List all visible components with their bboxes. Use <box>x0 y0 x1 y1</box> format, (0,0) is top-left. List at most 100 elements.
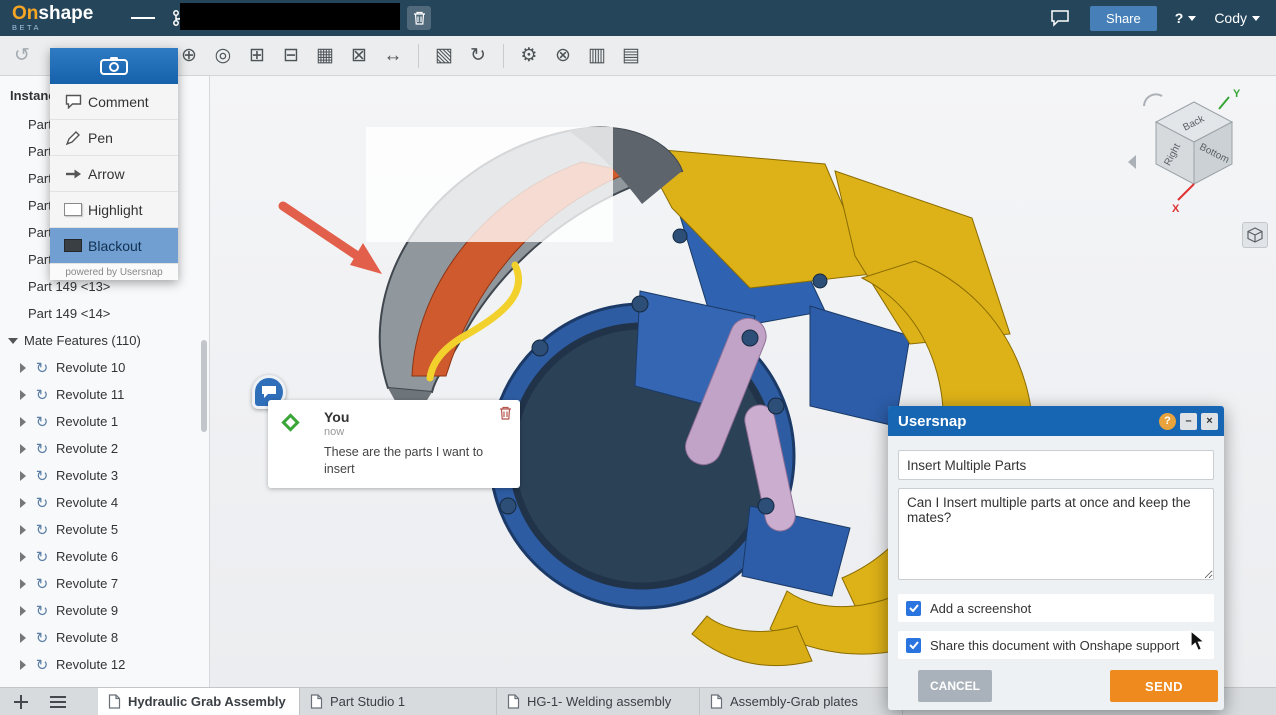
subject-input[interactable] <box>898 450 1214 480</box>
cancel-button[interactable]: CANCEL <box>918 670 992 702</box>
dialog-help-button[interactable]: ? <box>1159 413 1176 430</box>
sidebar-item-revolute[interactable]: ↻Revolute 8 <box>0 624 209 651</box>
sidebar-item-revolute[interactable]: ↻Revolute 3 <box>0 462 209 489</box>
blackout-icon <box>58 239 88 252</box>
sidebar-item-revolute[interactable]: ↻Revolute 4 <box>0 489 209 516</box>
sidebar-item-revolute[interactable]: ↻Revolute 5 <box>0 516 209 543</box>
dialog-header[interactable]: Usersnap ? – × <box>888 406 1224 436</box>
add-screenshot-checkbox[interactable] <box>906 601 921 616</box>
usersnap-feedback-dialog: Usersnap ? – × Can I Insert multiple par… <box>888 406 1224 710</box>
exploded-view-icon[interactable]: ▧ <box>429 41 459 71</box>
tab-part-studio-1[interactable]: Part Studio 1 <box>300 688 497 715</box>
chevron-expanded-icon <box>8 338 18 344</box>
sidebar-item-revolute[interactable]: ↻Revolute 7 <box>0 570 209 597</box>
mate-icon[interactable]: ◎ <box>208 41 238 71</box>
dialog-title: Usersnap <box>898 413 1155 430</box>
palette-item-arrow[interactable]: Arrow <box>50 156 178 192</box>
assembly-tab-icon <box>507 694 520 709</box>
blackout-annotation[interactable] <box>180 3 400 30</box>
revolute-mate-icon: ↻ <box>34 467 50 485</box>
share-document-checkbox[interactable] <box>906 638 921 653</box>
chevron-collapsed-icon <box>20 390 26 400</box>
send-button[interactable]: SEND <box>1110 670 1218 702</box>
revolute-mate-icon: ↻ <box>34 602 50 620</box>
delete-annotation-trash-icon[interactable] <box>407 6 431 30</box>
interference-check-icon[interactable]: ⚙ <box>514 41 544 71</box>
mate-features-group-header[interactable]: Mate Features (110) <box>0 327 209 354</box>
share-document-label: Share this document with Onshape support <box>930 638 1179 653</box>
sidebar-item-revolute[interactable]: ↻Revolute 12 <box>0 651 209 678</box>
chevron-collapsed-icon <box>20 471 26 481</box>
tab-hg1-welding-assembly[interactable]: HG-1- Welding assembly <box>497 688 700 715</box>
beta-label: BETA <box>12 24 93 32</box>
help-label: ? <box>1175 10 1184 26</box>
sidebar-item-revolute[interactable]: ↻Revolute 9 <box>0 597 209 624</box>
pan-left-arrow-icon[interactable] <box>1128 155 1136 169</box>
camera-icon <box>99 56 129 76</box>
message-textarea[interactable]: Can I Insert multiple parts at once and … <box>898 488 1214 580</box>
assembly-toolbar: ↺ ⊕ ◎ ⊞ ⊟ ▦ ⊠ ↔ ▧ ↻ ⚙ ⊗ ▥ ▤ <box>0 36 1276 76</box>
chat-bubble-icon[interactable] <box>1048 6 1072 30</box>
sidebar-item-revolute[interactable]: ↻Revolute 11 <box>0 381 209 408</box>
check-icon <box>909 604 919 612</box>
view-cube[interactable]: Back Right Bottom Y X <box>1120 84 1260 234</box>
check-icon <box>909 641 919 649</box>
section-view-icon[interactable]: ⊗ <box>548 41 578 71</box>
group-mate-icon[interactable]: ⊞ <box>242 41 272 71</box>
dialog-close-button[interactable]: × <box>1201 413 1218 430</box>
mate-connector-icon[interactable]: ⊟ <box>276 41 306 71</box>
pen-annotation[interactable] <box>410 256 540 391</box>
user-menu[interactable]: Cody <box>1214 10 1260 26</box>
undo-icon[interactable]: ↺ <box>14 44 30 67</box>
delete-comment-trash-icon[interactable] <box>499 406 512 425</box>
isometric-view-cube-icon[interactable] <box>1242 222 1268 248</box>
tab-hydraulic-grab-assembly[interactable]: Hydraulic Grab Assembly <box>98 688 300 715</box>
palette-item-blackout[interactable]: Blackout <box>50 228 178 264</box>
sidebar-item-part[interactable]: Part 149 <14> <box>0 300 209 327</box>
snapshot-icon[interactable]: ↻ <box>463 41 493 71</box>
usersnap-comment-marker-icon <box>281 413 299 431</box>
insert-icon[interactable]: ⊕ <box>174 41 204 71</box>
comment-text: These are the parts I want to insert <box>324 444 506 478</box>
revolute-mate-icon: ↻ <box>34 521 50 539</box>
tab-list-icon[interactable] <box>50 688 80 715</box>
powered-by-usersnap: powered by Usersnap <box>50 264 178 280</box>
palette-item-comment[interactable]: Comment <box>50 84 178 120</box>
part-studio-tab-icon <box>310 694 323 709</box>
sidebar-item-revolute[interactable]: ↻Revolute 2 <box>0 435 209 462</box>
help-menu[interactable]: ? <box>1175 10 1197 26</box>
sidebar-scrollbar[interactable] <box>201 340 207 432</box>
sidebar-item-revolute[interactable]: ↻Revolute 6 <box>0 543 209 570</box>
comment-card: You now These are the parts I want to in… <box>268 400 520 488</box>
revolute-mate-icon: ↻ <box>34 359 50 377</box>
comment-bubble-icon <box>58 94 88 109</box>
display-states-icon[interactable]: ▤ <box>616 41 646 71</box>
circular-pattern-icon[interactable]: ⊠ <box>344 41 374 71</box>
add-tab-plus-icon[interactable] <box>6 688 36 715</box>
chevron-collapsed-icon <box>20 525 26 535</box>
share-button[interactable]: Share <box>1090 6 1157 31</box>
sidebar-item-revolute[interactable]: ↻Revolute 10 <box>0 354 209 381</box>
sidebar-item-revolute[interactable]: ↻Revolute 1 <box>0 408 209 435</box>
highlight-annotation[interactable] <box>366 127 613 242</box>
tab-assembly-grab-plates[interactable]: Assembly-Grab plates <box>700 688 903 715</box>
chevron-down-icon <box>1252 16 1260 21</box>
dialog-minimize-button[interactable]: – <box>1180 413 1197 430</box>
hamburger-menu-icon[interactable] <box>131 6 155 30</box>
rotate-arrow-icon[interactable] <box>1144 94 1162 106</box>
onshape-logo: Onshape BETA <box>12 4 93 32</box>
chevron-collapsed-icon <box>20 498 26 508</box>
revolute-mate-icon: ↻ <box>34 413 50 431</box>
pen-icon <box>58 130 88 146</box>
linear-pattern-icon[interactable]: ▦ <box>310 41 340 71</box>
palette-item-highlight[interactable]: Highlight <box>50 192 178 228</box>
bom-table-icon[interactable]: ▥ <box>582 41 612 71</box>
arrow-annotation[interactable] <box>270 191 400 291</box>
revolute-mate-icon: ↻ <box>34 440 50 458</box>
dialog-footer: CANCEL SEND <box>888 664 1224 710</box>
share-document-row: Share this document with Onshape support <box>898 631 1214 659</box>
palette-item-pen[interactable]: Pen <box>50 120 178 156</box>
usersnap-palette-header <box>50 48 178 84</box>
chevron-collapsed-icon <box>20 633 26 643</box>
transform-icon[interactable]: ↔ <box>378 41 408 71</box>
